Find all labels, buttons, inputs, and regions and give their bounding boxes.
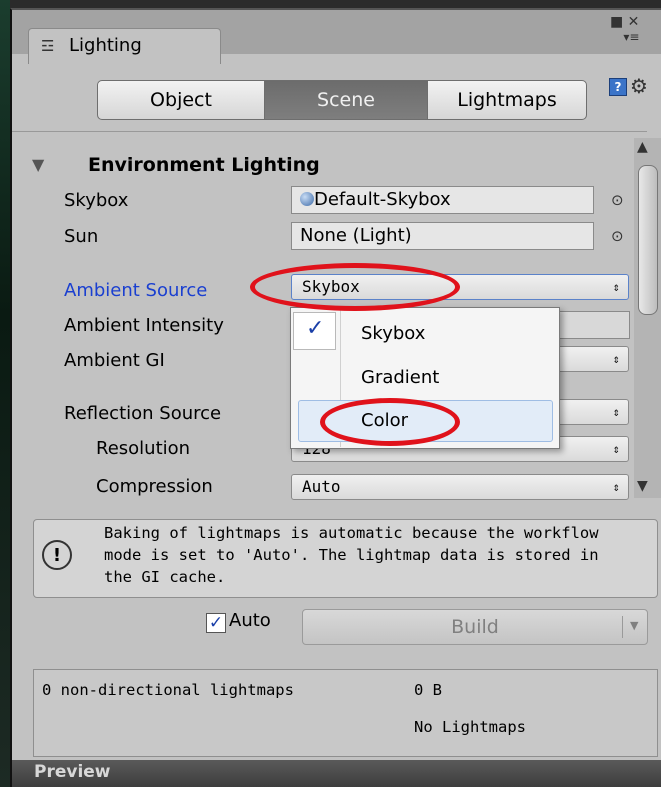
info-icon: ! [42, 540, 72, 570]
menu-item-gradient[interactable]: Gradient [361, 367, 439, 388]
compression-dropdown[interactable]: Auto ⇕ [291, 474, 629, 500]
divider [12, 131, 647, 132]
foldout-arrow-icon[interactable]: ▼ [32, 155, 44, 174]
scroll-down-arrow-icon[interactable]: ▼ [637, 478, 648, 494]
gear-icon[interactable]: ⚙ [630, 74, 648, 98]
window-maximize-close-icons[interactable]: ■ ✕ [610, 14, 639, 30]
compression-label: Compression [96, 476, 213, 497]
object-picker-icon[interactable]: ⊙ [611, 191, 624, 209]
ambient-intensity-label: Ambient Intensity [64, 315, 224, 336]
lightmap-status: No Lightmaps [414, 718, 526, 736]
scrollbar-thumb[interactable] [638, 165, 658, 315]
section-title: Environment Lighting [88, 154, 320, 176]
skybox-label: Skybox [64, 190, 129, 211]
menu-item-skybox[interactable]: Skybox [361, 323, 425, 344]
tab-scene[interactable]: Scene [264, 80, 428, 120]
ambient-source-label: Ambient Source [64, 280, 208, 301]
lightmap-size: 0 B [414, 681, 442, 699]
preview-label: Preview [34, 762, 111, 782]
desktop-background-strip [0, 0, 10, 787]
lighting-tab-icon: ☲ [41, 37, 55, 55]
build-button-divider [622, 616, 623, 638]
window-controls[interactable]: ■ ✕ ▾≡ [610, 14, 639, 44]
skybox-field[interactable]: Default-Skybox [291, 186, 594, 214]
window-menu-icon[interactable]: ▾≡ [610, 30, 639, 44]
auto-label: Auto [229, 610, 271, 631]
checkmark-icon: ✓ [306, 316, 325, 341]
annotation-circle-color [320, 398, 460, 446]
ambient-gi-label: Ambient GI [64, 350, 165, 371]
dropdown-arrow-icon: ⇕ [612, 405, 620, 419]
dropdown-arrow-icon: ⇕ [612, 352, 620, 366]
reflection-source-label: Reflection Source [64, 403, 222, 424]
material-sphere-icon [300, 192, 314, 206]
sun-field[interactable]: None (Light) [291, 222, 594, 250]
help-icon[interactable]: ? [609, 78, 627, 96]
skybox-value: Default-Skybox [314, 189, 451, 210]
dropdown-arrow-icon: ⇕ [612, 442, 620, 456]
compression-value: Auto [302, 477, 341, 496]
scroll-up-arrow-icon[interactable]: ▲ [637, 139, 648, 155]
tab-object[interactable]: Object [97, 80, 265, 120]
tab-lightmaps[interactable]: Lightmaps [427, 80, 587, 120]
build-button[interactable]: Build [302, 609, 648, 645]
annotation-circle-ambient-source [250, 263, 460, 311]
dropdown-arrow-icon: ⇕ [612, 280, 620, 294]
object-picker-icon[interactable]: ⊙ [611, 227, 624, 245]
resolution-label: Resolution [96, 438, 191, 459]
lightmap-count: 0 non-directional lightmaps [42, 681, 294, 699]
auto-checkbox[interactable]: ✓ [206, 613, 226, 633]
dropdown-arrow-icon: ⇕ [612, 480, 620, 494]
sun-label: Sun [64, 226, 99, 247]
tab-lighting-label: Lighting [69, 35, 142, 56]
build-dropdown-arrow-icon[interactable]: ▼ [630, 619, 638, 632]
tab-lighting[interactable]: ☲ Lighting [28, 28, 221, 64]
info-message: Baking of lightmaps is automatic because… [104, 524, 599, 586]
